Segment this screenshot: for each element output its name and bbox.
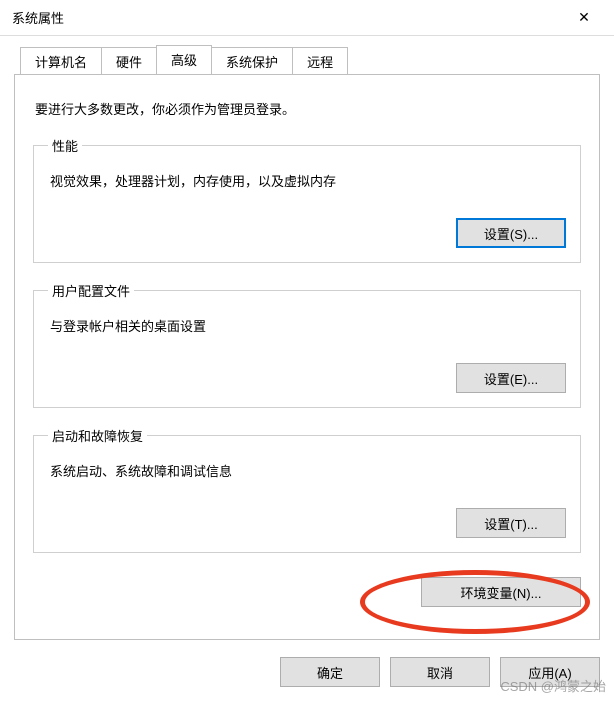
group-performance-legend: 性能 bbox=[48, 136, 82, 155]
user-profiles-settings-button[interactable]: 设置(E)... bbox=[456, 363, 566, 393]
apply-button[interactable]: 应用(A) bbox=[500, 657, 600, 687]
group-performance: 性能 视觉效果，处理器计划，内存使用，以及虚拟内存 设置(S)... bbox=[33, 136, 581, 263]
titlebar: 系统属性 ✕ bbox=[0, 0, 614, 36]
tab-advanced[interactable]: 高级 bbox=[156, 45, 212, 74]
group-startup-recovery-desc: 系统启动、系统故障和调试信息 bbox=[50, 461, 566, 480]
tab-computer-name[interactable]: 计算机名 bbox=[20, 47, 102, 75]
content-area: 计算机名 硬件 高级 系统保护 远程 要进行大多数更改，你必须作为管理员登录。 … bbox=[0, 36, 614, 640]
tab-system-protection[interactable]: 系统保护 bbox=[211, 47, 293, 75]
tab-hardware[interactable]: 硬件 bbox=[101, 47, 157, 75]
group-startup-recovery: 启动和故障恢复 系统启动、系统故障和调试信息 设置(T)... bbox=[33, 426, 581, 553]
group-user-profiles: 用户配置文件 与登录帐户相关的桌面设置 设置(E)... bbox=[33, 281, 581, 408]
tab-strip: 计算机名 硬件 高级 系统保护 远程 bbox=[20, 46, 600, 74]
startup-recovery-settings-button[interactable]: 设置(T)... bbox=[456, 508, 566, 538]
tab-panel-advanced: 要进行大多数更改，你必须作为管理员登录。 性能 视觉效果，处理器计划，内存使用，… bbox=[14, 74, 600, 640]
admin-notice: 要进行大多数更改，你必须作为管理员登录。 bbox=[35, 99, 581, 118]
group-user-profiles-legend: 用户配置文件 bbox=[48, 281, 134, 300]
cancel-button[interactable]: 取消 bbox=[390, 657, 490, 687]
dialog-footer: 确定 取消 应用(A) bbox=[280, 657, 600, 687]
performance-settings-button[interactable]: 设置(S)... bbox=[456, 218, 566, 248]
group-startup-recovery-legend: 启动和故障恢复 bbox=[48, 426, 147, 445]
ok-button[interactable]: 确定 bbox=[280, 657, 380, 687]
close-button[interactable]: ✕ bbox=[562, 3, 606, 33]
env-var-row: 环境变量(N)... bbox=[33, 577, 581, 607]
close-icon: ✕ bbox=[578, 9, 590, 26]
window-title: 系统属性 bbox=[12, 8, 562, 27]
environment-variables-button[interactable]: 环境变量(N)... bbox=[421, 577, 581, 607]
tab-remote[interactable]: 远程 bbox=[292, 47, 348, 75]
system-properties-window: 系统属性 ✕ 计算机名 硬件 高级 系统保护 远程 要进行大多数更改，你必须作为… bbox=[0, 0, 614, 701]
group-user-profiles-desc: 与登录帐户相关的桌面设置 bbox=[50, 316, 566, 335]
group-performance-desc: 视觉效果，处理器计划，内存使用，以及虚拟内存 bbox=[50, 171, 566, 190]
